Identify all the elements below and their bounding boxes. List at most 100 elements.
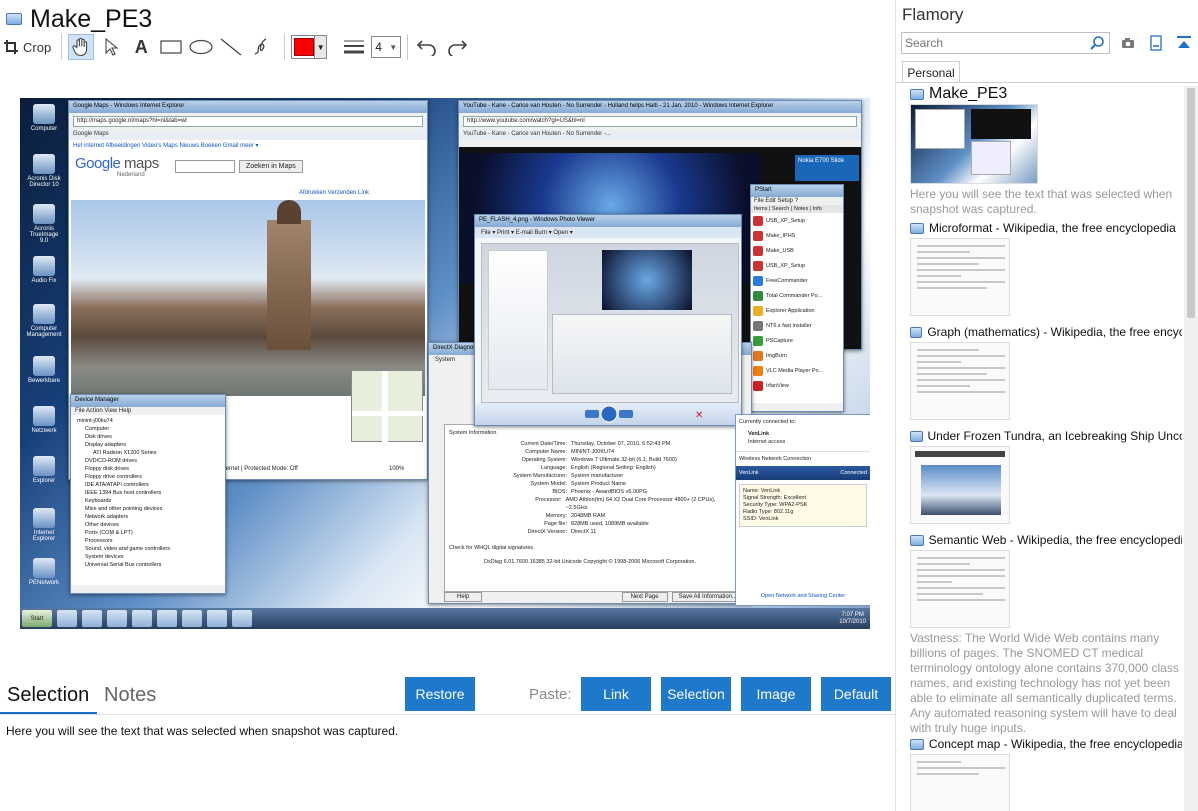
desktop-icon: Computer Management (25, 304, 63, 338)
drawing-toolbar: Crop A ▼ 4 ▼ (4, 33, 474, 61)
chevron-down-icon: ▼ (389, 42, 398, 52)
line-width-icon (344, 40, 365, 54)
snapshot-icon (6, 13, 22, 25)
tab-personal[interactable]: Personal (902, 61, 960, 83)
document-button[interactable] (1148, 35, 1164, 51)
crop-button[interactable]: Crop (4, 34, 51, 60)
maps-nav: Het internet Afbeeldingen Video's Maps N… (73, 143, 259, 149)
tab-divider (0, 714, 895, 715)
pointer-icon (105, 38, 119, 56)
line-width-value: 4 (375, 40, 382, 54)
ie-zoom: 100% (389, 466, 405, 472)
maps-search-field (175, 160, 235, 173)
system-information: System Information Current Date/Time: Thu… (444, 424, 736, 592)
paste-default-button[interactable]: Default (821, 677, 891, 711)
undo-icon (417, 40, 436, 56)
snapshot-header: Under Frozen Tundra, an Icebreaking Ship… (910, 428, 1182, 444)
svg-text:✕: ✕ (695, 410, 703, 421)
redo-button[interactable] (444, 34, 470, 60)
line-width-select[interactable]: 4 ▼ (371, 36, 402, 58)
snapshot-thumbnail (910, 446, 1010, 524)
collapse-top-icon (1177, 36, 1191, 48)
collapse-button[interactable] (1176, 35, 1192, 51)
browser-tab: Google Maps (69, 130, 427, 140)
desktop-icon: Audio Fix (25, 256, 63, 284)
network-access: Internet access (748, 439, 786, 445)
snapshot-header: Microformat - Wikipedia, the free encycl… (910, 220, 1182, 236)
desktop-icons: Computer Acronis Disk Director 10 Acroni… (20, 98, 68, 608)
maps-links: Afdrukken Verzenden Link (299, 190, 370, 196)
snapshot-title: Microformat - Wikipedia, the free encycl… (929, 221, 1176, 235)
tab-selection[interactable]: Selection (7, 684, 89, 707)
line-tool-button[interactable] (218, 34, 244, 60)
line-icon (220, 38, 242, 56)
address-bar: http://www.youtube.com/watch?gl=US&hl=nl (463, 116, 857, 127)
color-picker[interactable]: ▼ (291, 35, 328, 59)
address-bar: http://maps.google.nl/maps?hl=nl&tab=wl (73, 116, 423, 127)
undo-button[interactable] (414, 34, 440, 60)
snapshot-description: Here you will see the text that was sele… (910, 187, 1173, 216)
snapshot-header: Make_PE3 (910, 86, 1182, 102)
snapshot-icon (910, 326, 923, 338)
window-caption: YouTube - Kane - Carice van Houten - No … (459, 101, 861, 113)
restore-button[interactable]: Restore (405, 677, 475, 711)
sysinfo-heading: System Information (449, 430, 497, 436)
snapshot-icon (910, 430, 923, 442)
pstart-list: USB_XP_Setup Make_IPHS Make_USB USB_XP_S… (751, 213, 843, 403)
selection-text-area[interactable]: Here you will see the text that was sele… (6, 724, 398, 738)
tab-notes[interactable]: Notes (104, 684, 156, 707)
snapshot-item[interactable]: Microformat - Wikipedia, the free encycl… (910, 220, 1182, 316)
scrollbar-thumb[interactable] (1187, 88, 1195, 318)
desktop-icon: Computer (25, 104, 63, 132)
paste-link-button[interactable]: Link (581, 677, 651, 711)
select-tool-button[interactable] (98, 34, 124, 60)
chevron-down-icon: ▼ (314, 36, 327, 58)
search-box (901, 32, 1110, 54)
camera-button[interactable] (1120, 35, 1136, 51)
sidebar-scrollbar[interactable] (1184, 86, 1198, 811)
line-width-button[interactable] (341, 34, 367, 60)
rectangle-tool-button[interactable] (158, 34, 184, 60)
text-tool-button[interactable]: A (128, 34, 154, 60)
paste-selection-button[interactable]: Selection (661, 677, 731, 711)
desktop-icon: Acronis Disk Director 10 (25, 154, 63, 188)
hand-tool-button[interactable] (68, 34, 95, 60)
snapshot-preview[interactable]: Computer Acronis Disk Director 10 Acroni… (20, 98, 870, 629)
taskbar-clock: 7:07 PM 10/7/2010 (839, 611, 866, 625)
window-menu: File Action View Help (75, 408, 132, 414)
snapshot-editor: Make_PE3 Crop A ▼ 4 ▼ Computer Acronis D… (0, 0, 895, 811)
snapshot-header: Concept map - Wikipedia, the free encycl… (910, 736, 1182, 752)
snapshot-description: Vastness: The World Wide Web contains ma… (910, 631, 1179, 735)
pstart-window: PStart File Edit Setup ? Items | Search … (750, 184, 844, 412)
snapshot-thumbnail (910, 104, 1038, 184)
freehand-tool-button[interactable] (248, 34, 274, 60)
title-bar: Make_PE3 (6, 4, 152, 34)
snapshot-icon (910, 222, 924, 234)
snapshot-item[interactable]: Make_PE3 Here you will see the text that… (910, 86, 1182, 217)
network-center-link: Open Network and Sharing Center (760, 593, 846, 599)
network-details: Name: VenLink Signal Strength: Excellent… (739, 484, 867, 527)
dxdiag-buttons: Help Next Page Save All Information... (444, 592, 744, 602)
snapshot-icon (910, 88, 924, 100)
snapshot-item[interactable]: Semantic Web - Wikipedia, the free encyc… (910, 532, 1182, 736)
ellipse-icon (189, 39, 213, 55)
maps-search-button: Zoeken in Maps (239, 160, 303, 173)
browser-tab: YouTube - Kane - Carice van Houten - No … (459, 130, 861, 140)
snapshot-item[interactable]: Graph (mathematics) - Wikipedia, the fre… (910, 324, 1182, 420)
search-icon[interactable] (1089, 35, 1105, 51)
snapshot-item[interactable]: Under Frozen Tundra, an Icebreaking Ship… (910, 428, 1182, 524)
desktop-icon: Bewerkbare (25, 356, 63, 384)
photo-image (481, 243, 739, 403)
window-caption: PStart (751, 185, 843, 197)
network-name: VenLink (748, 431, 770, 437)
search-input[interactable] (902, 33, 1089, 53)
paste-label: Paste: (529, 686, 572, 703)
snapshot-item[interactable]: Concept map - Wikipedia, the free encycl… (910, 736, 1182, 811)
ellipse-tool-button[interactable] (188, 34, 214, 60)
snapshot-title: Under Frozen Tundra, an Icebreaking Ship… (927, 429, 1183, 443)
paste-image-button[interactable]: Image (741, 677, 811, 711)
tab-divider (896, 82, 1198, 83)
toolbar-divider (61, 34, 63, 60)
flamory-sidebar: Flamory Personal Make_PE3 (895, 0, 1198, 811)
toolbar-divider (407, 34, 409, 60)
